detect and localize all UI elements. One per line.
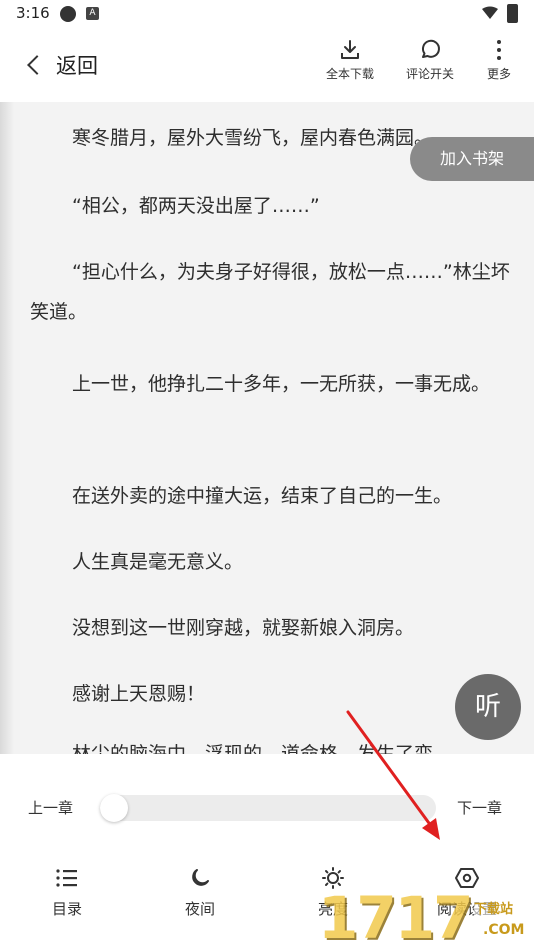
app-notification-icon xyxy=(60,6,76,22)
more-button[interactable]: 更多 xyxy=(482,38,516,88)
listen-button[interactable]: 听 xyxy=(455,674,521,740)
paragraph: 在送外卖的途中撞大运，结束了自己的一生。 xyxy=(72,485,453,507)
chapter-progress-slider[interactable] xyxy=(100,794,436,822)
reader-top-bar: 返回 全本下载 评论开关 更多 xyxy=(0,28,534,102)
moon-icon xyxy=(192,869,209,886)
reading-page[interactable]: 寒冬腊月，屋外大雪纷飞，屋内春色满园。 “相公，都两天没出屋了……” “担心什么… xyxy=(0,102,534,754)
paragraph: 没想到这一世刚穿越，就娶新娘入洞房。 xyxy=(72,617,415,639)
reading-settings-label: 阅读设置 xyxy=(436,900,497,918)
reading-settings-button[interactable]: 阅读设置 xyxy=(422,866,512,919)
paragraph: 上一世，他挣扎二十多年，一无所获，一事无成。 xyxy=(72,373,491,395)
brightness-button[interactable]: 亮度 xyxy=(288,866,378,919)
wifi-icon xyxy=(482,6,498,19)
add-to-shelf-button[interactable]: 加入书架 xyxy=(410,137,534,181)
status-bar: 3:16 A xyxy=(0,0,534,28)
back-label: 返回 xyxy=(56,54,98,78)
night-mode-label: 夜间 xyxy=(184,900,215,918)
download-icon xyxy=(341,40,359,59)
hexagon-settings-icon xyxy=(455,868,479,888)
paragraph: 林尘的脑海中，浮现的，道命格，发生了变 xyxy=(72,743,434,754)
download-all-label: 全本下载 xyxy=(325,67,374,81)
next-chapter-button[interactable]: 下一章 xyxy=(457,797,502,818)
comment-toggle-label: 评论开关 xyxy=(405,67,454,81)
more-vertical-icon xyxy=(497,40,501,60)
more-label: 更多 xyxy=(486,67,511,81)
download-all-button[interactable]: 全本下载 xyxy=(321,38,379,88)
status-time: 3:16 xyxy=(16,4,50,22)
chevron-left-icon xyxy=(27,55,47,75)
comment-toggle-button[interactable]: 评论开关 xyxy=(400,38,460,88)
paragraph: “相公，都两天没出屋了……” xyxy=(72,195,320,217)
list-icon xyxy=(56,869,77,887)
brightness-label: 亮度 xyxy=(317,900,348,918)
toc-button[interactable]: 目录 xyxy=(22,866,112,919)
comment-bubble-icon xyxy=(421,39,440,58)
page-edge-shadow xyxy=(0,102,14,754)
back-button[interactable]: 返回 xyxy=(22,48,98,82)
toc-label: 目录 xyxy=(51,900,82,918)
battery-icon xyxy=(507,4,518,23)
paragraph: 感谢上天恩赐！ xyxy=(72,683,206,705)
brightness-icon xyxy=(322,867,344,889)
slider-thumb[interactable] xyxy=(100,794,128,822)
previous-chapter-button[interactable]: 上一章 xyxy=(28,797,73,818)
night-mode-button[interactable]: 夜间 xyxy=(155,866,245,919)
paragraph: “担心什么，为夫身子好得很，放松一点……”林尘坏笑道。 xyxy=(30,261,510,323)
reader-bottom-panel: 上一章 下一章 目录 夜间 亮度 阅读设置 xyxy=(0,754,534,950)
a-notification-icon: A xyxy=(86,7,99,20)
paragraph: 人生真是毫无意义。 xyxy=(72,551,244,573)
